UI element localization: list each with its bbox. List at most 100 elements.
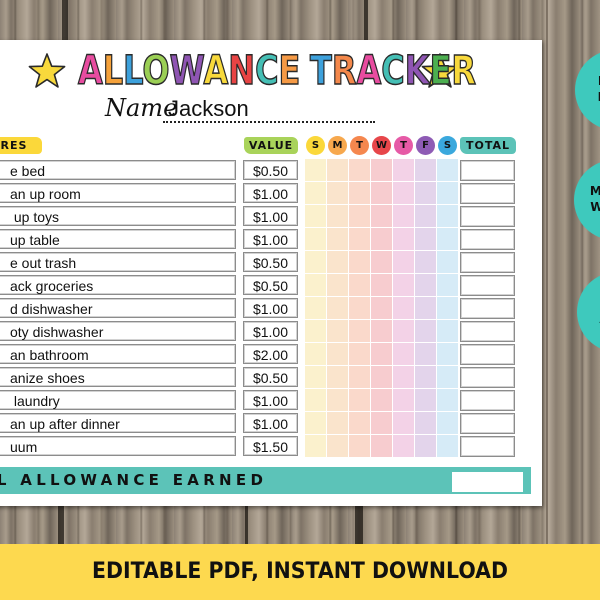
chore-total-field[interactable] bbox=[460, 252, 515, 273]
day-checkbox-cell[interactable] bbox=[393, 320, 414, 342]
chore-total-field[interactable] bbox=[460, 160, 515, 181]
day-checkbox-cell[interactable] bbox=[437, 412, 458, 434]
day-checkbox-cell[interactable] bbox=[371, 297, 392, 319]
chore-name-field[interactable]: up toys bbox=[0, 206, 236, 226]
day-checkbox-cell[interactable] bbox=[305, 182, 326, 204]
chore-total-field[interactable] bbox=[460, 413, 515, 434]
day-checkbox-cell[interactable] bbox=[437, 228, 458, 250]
day-checkbox-cell[interactable] bbox=[349, 320, 370, 342]
chore-total-field[interactable] bbox=[460, 183, 515, 204]
day-checkbox-cell[interactable] bbox=[327, 366, 348, 388]
chore-value-field[interactable]: $1.00 bbox=[243, 413, 298, 433]
day-checkbox-cell[interactable] bbox=[393, 412, 414, 434]
day-checkbox-cell[interactable] bbox=[327, 297, 348, 319]
day-checkbox-cell[interactable] bbox=[305, 251, 326, 273]
day-checkbox-cell[interactable] bbox=[327, 412, 348, 434]
day-checkbox-cell[interactable] bbox=[437, 366, 458, 388]
chore-value-field[interactable]: $1.50 bbox=[243, 436, 298, 456]
chore-value-field[interactable]: $1.00 bbox=[243, 298, 298, 318]
chore-value-field[interactable]: $1.00 bbox=[243, 206, 298, 226]
chore-name-field[interactable]: an bathroom bbox=[0, 344, 236, 364]
day-checkbox-cell[interactable] bbox=[415, 159, 436, 181]
chore-name-field[interactable]: up table bbox=[0, 229, 236, 249]
day-checkbox-cell[interactable] bbox=[349, 343, 370, 365]
chore-value-field[interactable]: $1.00 bbox=[243, 183, 298, 203]
day-checkbox-cell[interactable] bbox=[393, 274, 414, 296]
day-checkbox-cell[interactable] bbox=[415, 205, 436, 227]
chore-name-field[interactable]: uum bbox=[0, 436, 236, 456]
day-checkbox-cell[interactable] bbox=[415, 320, 436, 342]
day-checkbox-cell[interactable] bbox=[305, 412, 326, 434]
day-checkbox-cell[interactable] bbox=[349, 251, 370, 273]
day-checkbox-cell[interactable] bbox=[437, 159, 458, 181]
day-checkbox-cell[interactable] bbox=[305, 205, 326, 227]
day-checkbox-cell[interactable] bbox=[371, 389, 392, 411]
day-checkbox-cell[interactable] bbox=[305, 159, 326, 181]
day-checkbox-cell[interactable] bbox=[349, 389, 370, 411]
day-checkbox-cell[interactable] bbox=[437, 297, 458, 319]
day-checkbox-cell[interactable] bbox=[371, 320, 392, 342]
day-checkbox-cell[interactable] bbox=[349, 205, 370, 227]
day-checkbox-cell[interactable] bbox=[349, 435, 370, 457]
chore-value-field[interactable]: $0.50 bbox=[243, 252, 298, 272]
day-checkbox-cell[interactable] bbox=[327, 274, 348, 296]
day-checkbox-cell[interactable] bbox=[327, 320, 348, 342]
day-checkbox-cell[interactable] bbox=[349, 412, 370, 434]
name-field[interactable]: Jackson bbox=[168, 96, 249, 122]
day-checkbox-cell[interactable] bbox=[393, 366, 414, 388]
day-checkbox-cell[interactable] bbox=[305, 274, 326, 296]
chore-total-field[interactable] bbox=[460, 229, 515, 250]
day-checkbox-cell[interactable] bbox=[371, 412, 392, 434]
chore-value-field[interactable]: $1.00 bbox=[243, 229, 298, 249]
day-checkbox-cell[interactable] bbox=[327, 205, 348, 227]
day-checkbox-cell[interactable] bbox=[415, 343, 436, 365]
day-checkbox-cell[interactable] bbox=[305, 343, 326, 365]
day-checkbox-cell[interactable] bbox=[327, 343, 348, 365]
day-checkbox-cell[interactable] bbox=[349, 159, 370, 181]
chore-name-field[interactable]: laundry bbox=[0, 390, 236, 410]
chore-total-field[interactable] bbox=[460, 436, 515, 457]
day-checkbox-cell[interactable] bbox=[371, 343, 392, 365]
day-checkbox-cell[interactable] bbox=[393, 228, 414, 250]
day-checkbox-cell[interactable] bbox=[305, 228, 326, 250]
day-checkbox-cell[interactable] bbox=[393, 343, 414, 365]
day-checkbox-cell[interactable] bbox=[305, 320, 326, 342]
chore-name-field[interactable]: an up after dinner bbox=[0, 413, 236, 433]
day-checkbox-cell[interactable] bbox=[437, 343, 458, 365]
day-checkbox-cell[interactable] bbox=[437, 182, 458, 204]
day-checkbox-cell[interactable] bbox=[371, 205, 392, 227]
day-checkbox-cell[interactable] bbox=[327, 435, 348, 457]
day-checkbox-cell[interactable] bbox=[349, 228, 370, 250]
day-checkbox-cell[interactable] bbox=[393, 435, 414, 457]
chore-total-field[interactable] bbox=[460, 206, 515, 227]
day-checkbox-cell[interactable] bbox=[415, 251, 436, 273]
day-checkbox-cell[interactable] bbox=[393, 159, 414, 181]
day-checkbox-cell[interactable] bbox=[305, 435, 326, 457]
chore-value-field[interactable]: $1.00 bbox=[243, 390, 298, 410]
chore-value-field[interactable]: $0.50 bbox=[243, 367, 298, 387]
chore-total-field[interactable] bbox=[460, 390, 515, 411]
day-checkbox-cell[interactable] bbox=[371, 159, 392, 181]
chore-name-field[interactable]: anize shoes bbox=[0, 367, 236, 387]
chore-value-field[interactable]: $1.00 bbox=[243, 321, 298, 341]
chore-value-field[interactable]: $0.50 bbox=[243, 275, 298, 295]
day-checkbox-cell[interactable] bbox=[393, 389, 414, 411]
chore-name-field[interactable]: ack groceries bbox=[0, 275, 236, 295]
day-checkbox-cell[interactable] bbox=[415, 366, 436, 388]
day-checkbox-cell[interactable] bbox=[305, 366, 326, 388]
chore-total-field[interactable] bbox=[460, 367, 515, 388]
day-checkbox-cell[interactable] bbox=[349, 366, 370, 388]
day-checkbox-cell[interactable] bbox=[371, 182, 392, 204]
day-checkbox-cell[interactable] bbox=[393, 297, 414, 319]
day-checkbox-cell[interactable] bbox=[371, 228, 392, 250]
chore-name-field[interactable]: oty dishwasher bbox=[0, 321, 236, 341]
day-checkbox-cell[interactable] bbox=[327, 182, 348, 204]
day-checkbox-cell[interactable] bbox=[415, 228, 436, 250]
day-checkbox-cell[interactable] bbox=[371, 274, 392, 296]
day-checkbox-cell[interactable] bbox=[393, 205, 414, 227]
day-checkbox-cell[interactable] bbox=[371, 251, 392, 273]
chore-name-field[interactable]: d dishwasher bbox=[0, 298, 236, 318]
day-checkbox-cell[interactable] bbox=[305, 389, 326, 411]
day-checkbox-cell[interactable] bbox=[437, 435, 458, 457]
day-checkbox-cell[interactable] bbox=[415, 389, 436, 411]
